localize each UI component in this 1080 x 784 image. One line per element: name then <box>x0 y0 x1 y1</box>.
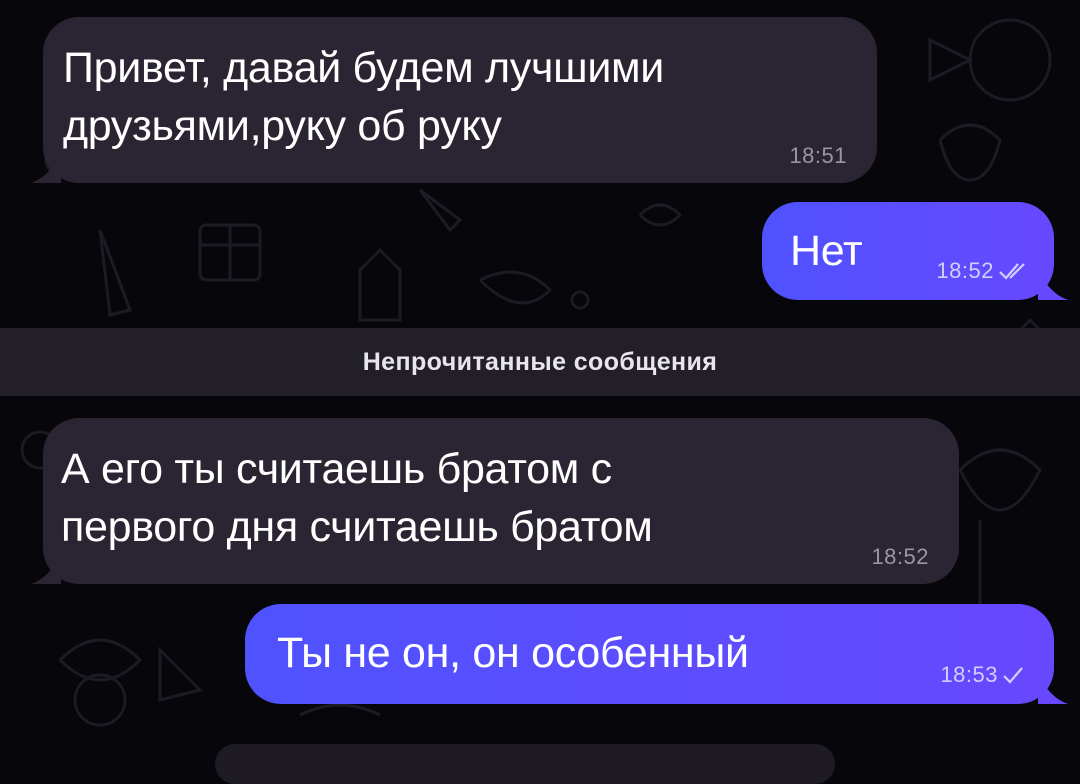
unread-messages-divider: Непрочитанные сообщения <box>0 328 1080 396</box>
double-check-icon <box>998 261 1028 281</box>
bubble-tail <box>31 554 61 584</box>
message-time: 18:52 <box>936 258 994 283</box>
divider-label: Непрочитанные сообщения <box>362 347 718 376</box>
message-time: 18:52 <box>871 544 929 569</box>
bubble-tail <box>1038 270 1068 300</box>
message-time: 18:51 <box>789 143 847 168</box>
bubble-tail <box>31 153 61 183</box>
check-icon <box>1002 665 1024 685</box>
message-bubble-incoming[interactable]: Привет, давай будем лучшими друзьями,рук… <box>31 17 877 183</box>
message-text: Привет, давай будем лучшими друзьями,рук… <box>63 44 665 150</box>
message-text: Ты не он, он особенный <box>277 629 749 677</box>
message-bubble-outgoing[interactable]: Ты не он, он особенный 18:53 <box>245 604 1068 704</box>
message-text: Нет <box>790 227 863 275</box>
message-bubble-outgoing[interactable]: Нет 18:52 <box>762 202 1068 300</box>
message-time: 18:53 <box>940 662 998 687</box>
message-bubble-incoming[interactable]: А его ты считаешь братом с первого дня с… <box>31 418 959 584</box>
bubble-tail <box>1038 674 1068 704</box>
message-text: А его ты считаешь братом с первого дня с… <box>61 445 653 551</box>
next-message-edge <box>215 744 835 784</box>
